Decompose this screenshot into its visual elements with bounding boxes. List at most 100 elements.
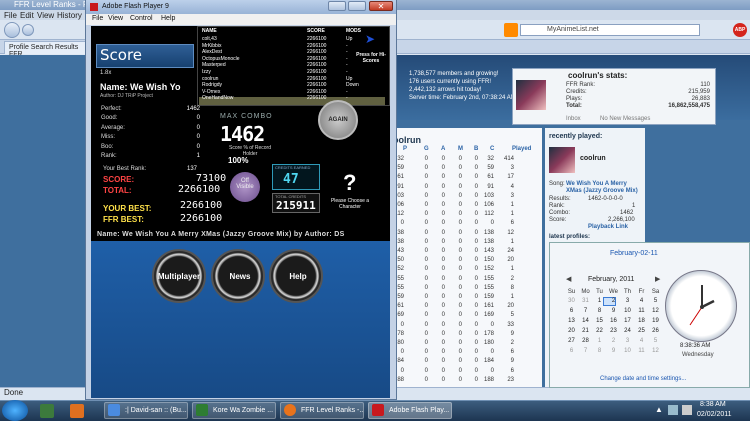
back-button[interactable] bbox=[4, 22, 20, 38]
calendar-day[interactable]: 6 bbox=[566, 348, 577, 354]
calendar-day[interactable]: 3 bbox=[622, 298, 633, 304]
calendar-day[interactable]: 11 bbox=[636, 308, 647, 314]
rss-icon[interactable] bbox=[504, 23, 518, 37]
calendar-day[interactable]: 28 bbox=[580, 338, 591, 344]
tab-profile-search[interactable]: Profile Search Results FFR bbox=[4, 41, 88, 58]
recent-username[interactable]: coolrun bbox=[580, 155, 606, 162]
table-header[interactable]: B bbox=[474, 146, 478, 152]
highscore-name[interactable]: colt,43 bbox=[202, 36, 217, 42]
desktop-icon[interactable] bbox=[40, 404, 54, 418]
calendar-day[interactable]: 14 bbox=[580, 318, 591, 324]
media-player-icon[interactable] bbox=[70, 404, 84, 418]
highscore-name[interactable]: MrKibbix bbox=[202, 43, 221, 49]
flash-menu-view[interactable]: View bbox=[108, 15, 123, 22]
table-header[interactable]: A bbox=[441, 146, 445, 152]
calendar-day[interactable]: 21 bbox=[580, 328, 591, 334]
clock-time[interactable]: 8:38 AM bbox=[700, 401, 726, 408]
network-icon[interactable] bbox=[668, 405, 678, 415]
calendar-day[interactable]: 12 bbox=[650, 348, 661, 354]
change-datetime-link[interactable]: Change date and time settings... bbox=[600, 376, 686, 382]
calendar-day[interactable]: 18 bbox=[636, 318, 647, 324]
highscore-name[interactable]: V-Ornex bbox=[202, 89, 220, 95]
calendar-day[interactable]: 7 bbox=[580, 348, 591, 354]
menu-file[interactable]: File bbox=[4, 11, 17, 20]
calendar-day[interactable]: 17 bbox=[622, 318, 633, 324]
calendar-day[interactable]: 4 bbox=[636, 338, 647, 344]
calendar-day[interactable]: 27 bbox=[566, 338, 577, 344]
menu-history[interactable]: History bbox=[57, 11, 82, 20]
playback-link[interactable]: Playback Link bbox=[588, 224, 628, 230]
calendar-day[interactable]: 31 bbox=[580, 298, 591, 304]
calendar-day[interactable]: 25 bbox=[636, 328, 647, 334]
highscore-name[interactable]: OneHandNow bbox=[202, 95, 233, 101]
flash-menu-file[interactable]: File bbox=[92, 15, 103, 22]
calendar-day[interactable]: 10 bbox=[622, 308, 633, 314]
calendar-day[interactable]: 2 bbox=[608, 338, 619, 344]
flash-menu-help[interactable]: Help bbox=[161, 15, 175, 22]
rate-value: 1.8x bbox=[100, 70, 112, 76]
maximize-button[interactable] bbox=[348, 1, 366, 11]
calendar-day[interactable]: 12 bbox=[650, 308, 661, 314]
calendar-day[interactable]: 9 bbox=[608, 348, 619, 354]
highscore-name[interactable]: Izzy bbox=[202, 69, 211, 75]
calendar-day[interactable]: 8 bbox=[594, 308, 605, 314]
table-header[interactable]: Played bbox=[512, 146, 531, 152]
flash-menu-control[interactable]: Control bbox=[130, 15, 153, 22]
minimize-button[interactable] bbox=[328, 1, 346, 11]
calendar-date-link[interactable]: February-02-11 bbox=[610, 250, 658, 257]
highscore-name[interactable]: OctopusMonocle bbox=[202, 56, 240, 62]
search-input[interactable]: MyAnimeList.net bbox=[520, 24, 700, 36]
calendar-day[interactable]: 4 bbox=[636, 298, 647, 304]
table-header[interactable]: G bbox=[424, 146, 429, 152]
calendar-day[interactable]: 9 bbox=[608, 308, 619, 314]
close-button[interactable]: ✕ bbox=[369, 1, 393, 11]
flash-title: Adobe Flash Player 9 bbox=[102, 3, 169, 10]
menu-view[interactable]: View bbox=[37, 11, 54, 20]
calendar-day[interactable]: 24 bbox=[622, 328, 633, 334]
calendar-day[interactable]: 2 bbox=[608, 298, 619, 304]
tray-expand-icon[interactable]: ▲ bbox=[655, 405, 663, 414]
highscore-name[interactable]: AlexDest bbox=[202, 49, 222, 55]
calendar-day[interactable]: 23 bbox=[608, 328, 619, 334]
calendar-day[interactable]: 16 bbox=[608, 318, 619, 324]
calendar-day[interactable]: 30 bbox=[566, 298, 577, 304]
forward-button[interactable] bbox=[22, 24, 34, 36]
highscore-name[interactable]: coolrun bbox=[202, 76, 218, 82]
calendar-day[interactable]: 7 bbox=[580, 308, 591, 314]
calendar-month[interactable]: February, 2011 bbox=[588, 276, 634, 283]
calendar-day[interactable]: 11 bbox=[636, 348, 647, 354]
calendar-day[interactable]: 3 bbox=[622, 338, 633, 344]
avatar[interactable] bbox=[516, 80, 546, 110]
calendar-day[interactable]: 10 bbox=[622, 348, 633, 354]
calendar-day[interactable]: 22 bbox=[594, 328, 605, 334]
calendar-day[interactable]: 20 bbox=[566, 328, 577, 334]
calendar-day[interactable]: 1 bbox=[594, 298, 605, 304]
highscore-name[interactable]: Masterped bbox=[202, 62, 226, 68]
clock-date[interactable]: 02/02/2011 bbox=[697, 411, 732, 418]
calendar-day[interactable]: 5 bbox=[650, 298, 661, 304]
recent-song-link[interactable]: We Wish You A Merry XMas (Jazzy Groove M… bbox=[566, 181, 642, 195]
table-header[interactable]: M bbox=[458, 146, 463, 152]
song-name: Name: We Wish Yo bbox=[100, 82, 181, 92]
calendar-day[interactable]: 1 bbox=[594, 338, 605, 344]
table-header[interactable]: P bbox=[403, 146, 407, 152]
volume-icon[interactable] bbox=[682, 405, 692, 415]
adblock-icon[interactable]: ABP bbox=[733, 23, 747, 37]
start-button[interactable] bbox=[2, 400, 28, 421]
calendar-day[interactable]: 8 bbox=[594, 348, 605, 354]
next-month-icon[interactable]: ▶ bbox=[655, 275, 660, 283]
highscore-name[interactable]: Rodrigdy bbox=[202, 82, 222, 88]
inbox-link[interactable]: Inbox bbox=[566, 116, 581, 122]
calendar-day[interactable]: 5 bbox=[650, 338, 661, 344]
calendar-day[interactable]: 19 bbox=[650, 318, 661, 324]
calendar-day[interactable]: 6 bbox=[566, 308, 577, 314]
prev-month-icon[interactable]: ◀ bbox=[566, 275, 571, 283]
calendar-day[interactable]: 26 bbox=[650, 328, 661, 334]
avatar[interactable] bbox=[549, 147, 575, 173]
calendar-day[interactable]: 13 bbox=[566, 318, 577, 324]
calendar-day[interactable]: 15 bbox=[594, 318, 605, 324]
table-header[interactable]: C bbox=[490, 146, 494, 152]
question-mark-icon[interactable]: ? bbox=[343, 170, 356, 196]
menu-edit[interactable]: Edit bbox=[20, 11, 34, 20]
table-cell: 5 bbox=[510, 312, 514, 319]
